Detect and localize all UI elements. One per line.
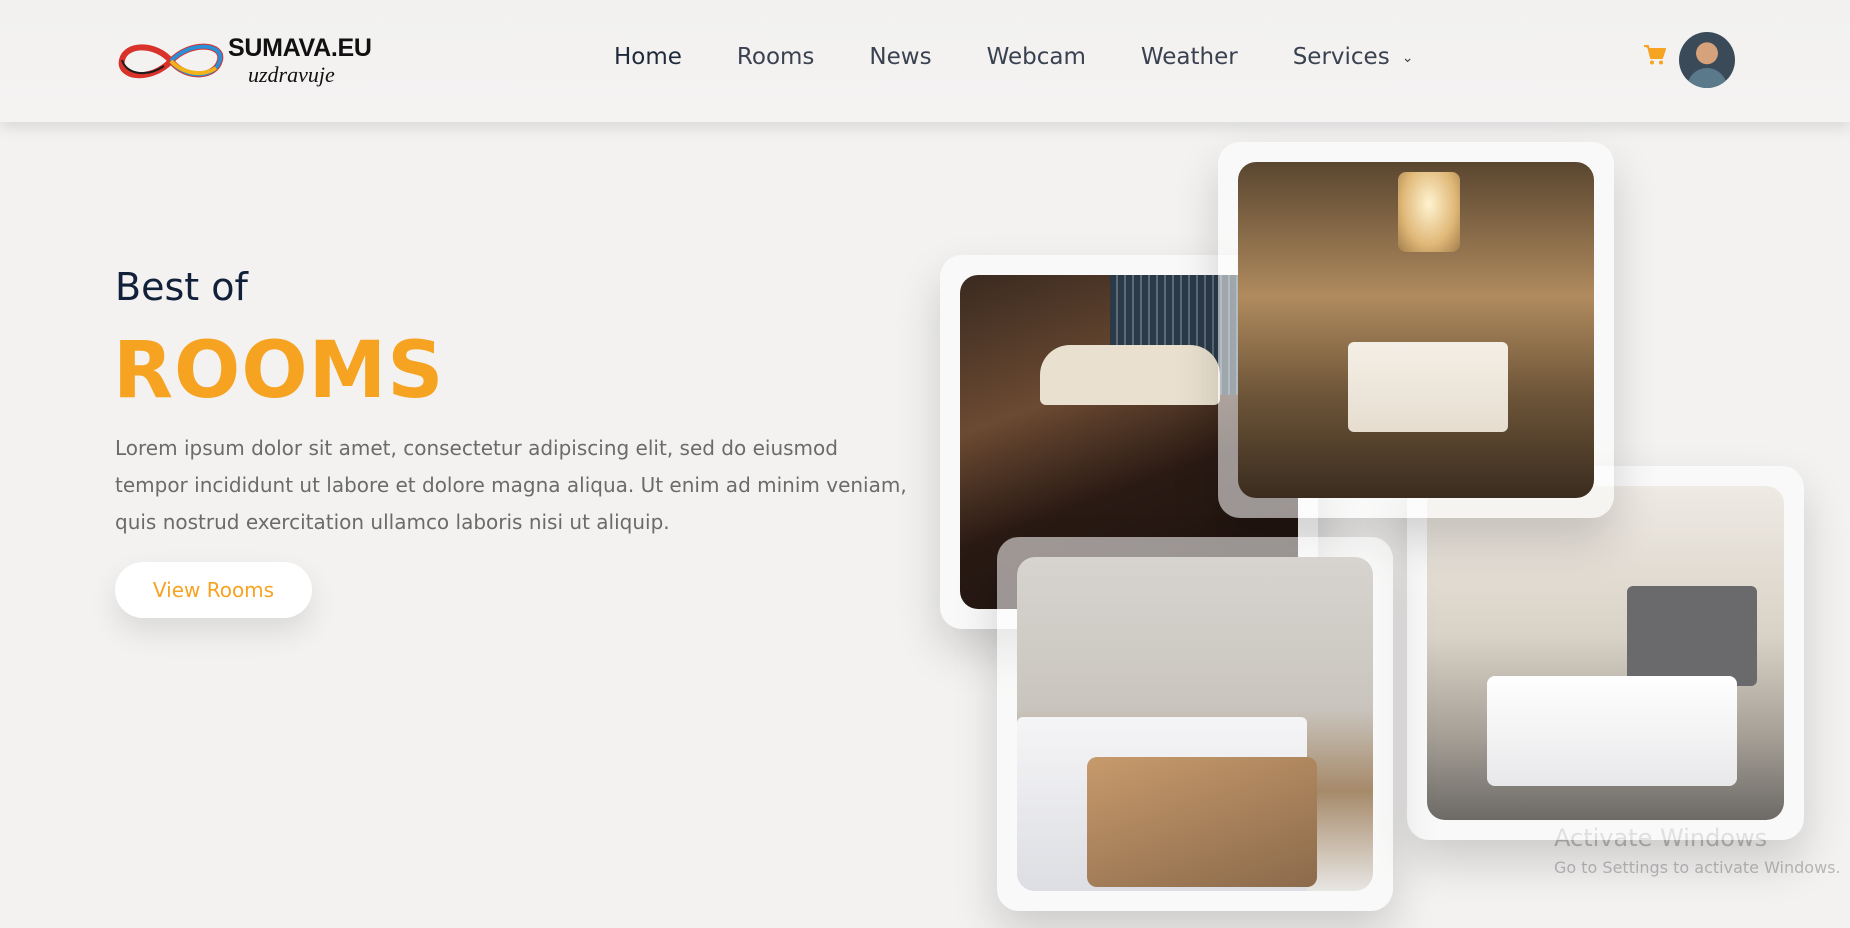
- room-photo-bright-wood: [1017, 557, 1373, 891]
- room-photo-modern-grey: [1427, 486, 1784, 820]
- logo-title: SUMAVA.EU: [228, 34, 372, 62]
- user-avatar[interactable]: [1679, 32, 1735, 88]
- nav-rooms[interactable]: Rooms: [737, 44, 814, 70]
- site-logo[interactable]: SUMAVA.EU uzdravuje: [116, 34, 376, 90]
- nav-news[interactable]: News: [869, 44, 931, 70]
- watermark-subtitle: Go to Settings to activate Windows.: [1554, 858, 1841, 877]
- hero-kicker: Best of: [115, 265, 248, 309]
- view-rooms-button[interactable]: View Rooms: [115, 562, 312, 618]
- infinity-logo-icon: [118, 43, 224, 79]
- hero-description: Lorem ipsum dolor sit amet, consectetur …: [115, 436, 907, 534]
- room-photo-card[interactable]: [1218, 142, 1614, 518]
- nav-services[interactable]: Services ⌄: [1293, 44, 1414, 70]
- room-photo-card[interactable]: [1407, 466, 1804, 840]
- nav-webcam[interactable]: Webcam: [987, 44, 1086, 70]
- shopping-cart-icon[interactable]: [1643, 44, 1667, 66]
- hero-headline: ROOMS: [113, 326, 445, 416]
- site-header: SUMAVA.EU uzdravuje Home Rooms News Webc…: [0, 0, 1850, 122]
- nav-services-label: Services: [1292, 44, 1390, 70]
- main-nav: Home Rooms News Webcam Weather Services ⌄: [614, 44, 1468, 70]
- nav-weather[interactable]: Weather: [1141, 44, 1238, 70]
- room-photo-card[interactable]: [997, 537, 1393, 911]
- logo-subtitle: uzdravuje: [248, 62, 335, 87]
- nav-home[interactable]: Home: [614, 44, 682, 70]
- room-photo-luxury-suite: [1238, 162, 1594, 498]
- chevron-down-icon: ⌄: [1401, 49, 1414, 66]
